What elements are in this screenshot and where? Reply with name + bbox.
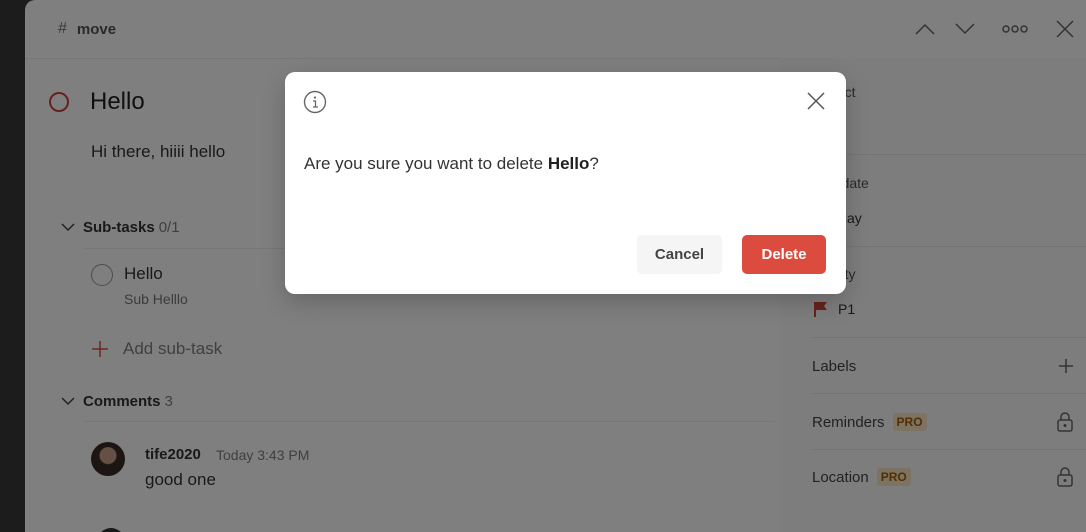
info-icon <box>303 90 327 114</box>
dialog-message: Are you sure you want to delete Hello? <box>304 154 599 174</box>
dialog-message-suffix: ? <box>589 154 599 173</box>
cancel-button[interactable]: Cancel <box>637 235 722 274</box>
dialog-close-button[interactable] <box>803 88 829 114</box>
delete-confirmation-dialog: Are you sure you want to delete Hello? C… <box>285 72 846 294</box>
delete-button[interactable]: Delete <box>742 235 826 274</box>
close-icon <box>807 92 825 110</box>
dialog-message-prefix: Are you sure you want to delete <box>304 154 548 173</box>
dialog-task-name: Hello <box>547 154 590 173</box>
